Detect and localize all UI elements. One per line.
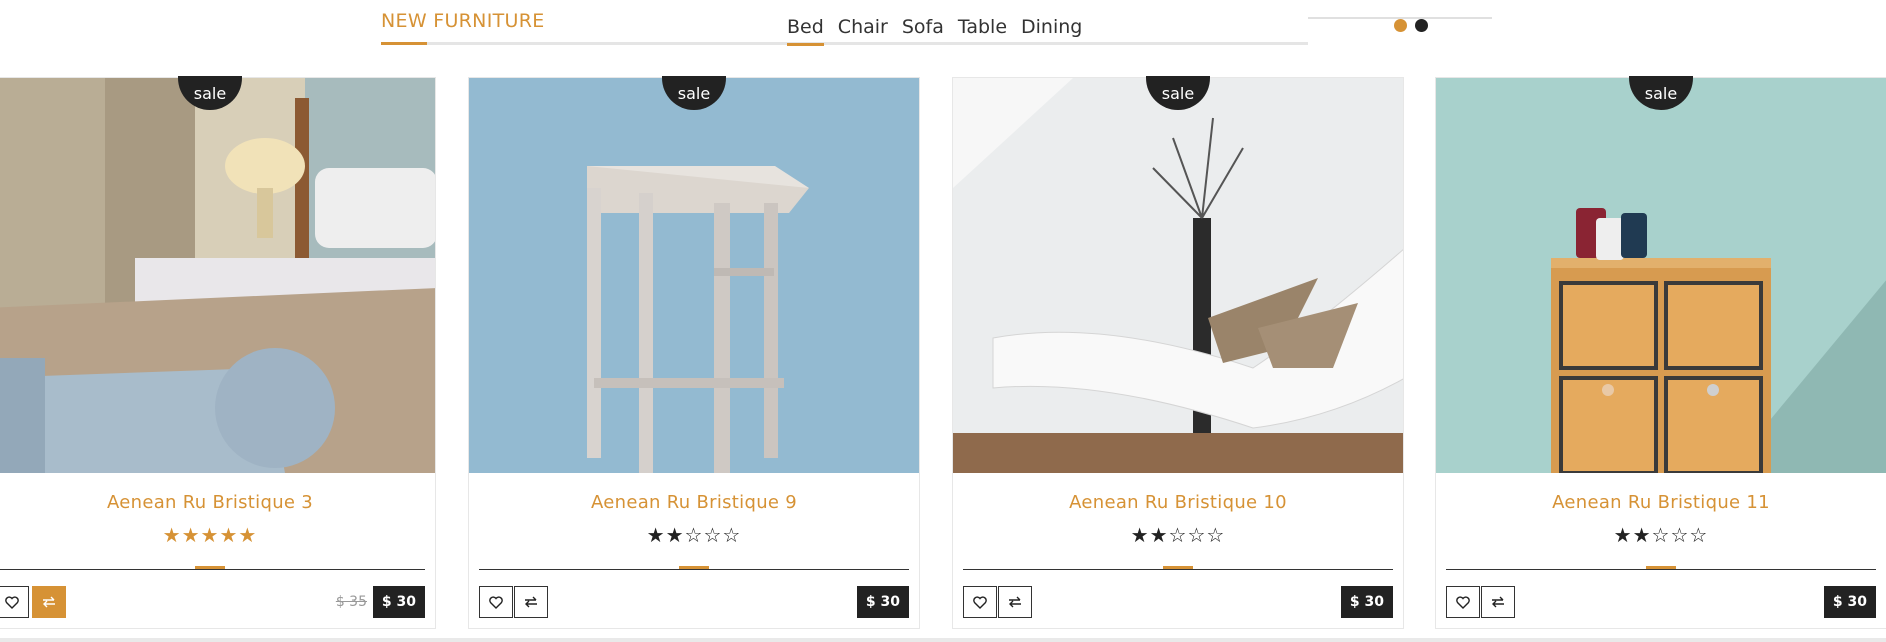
heart-icon <box>5 595 19 609</box>
card-divider <box>963 569 1393 570</box>
section-title: NEW FURNITURE <box>381 10 545 32</box>
wishlist-button[interactable] <box>479 586 513 618</box>
price-button[interactable]: $ 30 <box>372 586 425 618</box>
header-underline-accent <box>381 42 427 45</box>
product-title[interactable]: Aenean Ru Bristique 9 <box>469 492 919 513</box>
rating-stars: ★★☆☆☆ <box>469 523 919 547</box>
star-icon: ★ <box>1613 523 1633 547</box>
tab-bed[interactable]: Bed <box>787 16 824 46</box>
star-outline-icon: ☆ <box>1670 523 1690 547</box>
product-card: sale Aenean Ru Bristique 3 ★★★★★ $ 35 $ … <box>0 76 436 629</box>
star-outline-icon: ☆ <box>1206 523 1226 547</box>
product-card: sale Aenean Ru Bristique 10 ★★☆☆☆ $ 30 <box>952 76 1404 629</box>
card-divider <box>0 569 425 570</box>
star-outline-icon: ☆ <box>1689 523 1709 547</box>
category-tabs: Bed Chair Sofa Table Dining <box>787 16 1096 46</box>
heart-icon <box>1456 595 1470 609</box>
compare-icon <box>1492 596 1504 608</box>
compare-icon <box>1009 596 1021 608</box>
product-title[interactable]: Aenean Ru Bristique 10 <box>953 492 1403 513</box>
rating-stars: ★★☆☆☆ <box>953 523 1403 547</box>
compare-icon <box>525 596 537 608</box>
price-button[interactable]: $ 30 <box>1340 586 1393 618</box>
star-icon: ★ <box>1130 523 1150 547</box>
star-icon: ★ <box>200 523 220 547</box>
star-icon: ★ <box>162 523 182 547</box>
wishlist-button[interactable] <box>1446 586 1480 618</box>
card-divider-accent <box>1163 566 1193 569</box>
star-icon: ★ <box>646 523 666 547</box>
tab-dining[interactable]: Dining <box>1021 16 1082 44</box>
compare-button[interactable] <box>1481 586 1515 618</box>
rating-stars: ★★☆☆☆ <box>1436 523 1886 547</box>
star-icon: ★ <box>181 523 201 547</box>
star-icon: ★ <box>219 523 239 547</box>
card-divider <box>1446 569 1876 570</box>
tab-chair[interactable]: Chair <box>838 16 888 44</box>
lounge-chair-image[interactable] <box>953 78 1403 473</box>
wishlist-button[interactable] <box>963 586 997 618</box>
tab-sofa[interactable]: Sofa <box>902 16 944 44</box>
compare-icon <box>43 596 55 608</box>
price-button[interactable]: $ 30 <box>1823 586 1876 618</box>
star-outline-icon: ☆ <box>722 523 742 547</box>
card-divider-accent <box>1646 566 1676 569</box>
horizontal-scrollbar[interactable] <box>0 638 1886 642</box>
compare-button[interactable] <box>998 586 1032 618</box>
card-divider-accent <box>195 566 225 569</box>
card-divider <box>479 569 909 570</box>
product-card: sale Aenean Ru Bristique 9 ★★☆☆☆ $ 30 <box>468 76 920 629</box>
old-price: $ 35 <box>335 594 367 610</box>
rating-stars: ★★★★★ <box>0 523 435 547</box>
tab-table[interactable]: Table <box>958 16 1007 44</box>
bedroom-image[interactable] <box>0 78 435 473</box>
product-title[interactable]: Aenean Ru Bristique 11 <box>1436 492 1886 513</box>
star-icon: ★ <box>1632 523 1652 547</box>
card-divider-accent <box>679 566 709 569</box>
heart-icon <box>973 595 987 609</box>
product-title[interactable]: Aenean Ru Bristique 3 <box>0 492 435 513</box>
star-icon: ★ <box>665 523 685 547</box>
heart-icon <box>489 595 503 609</box>
price-button[interactable]: $ 30 <box>856 586 909 618</box>
pager-dot-1[interactable] <box>1394 19 1407 32</box>
star-outline-icon: ☆ <box>703 523 723 547</box>
compare-button[interactable] <box>514 586 548 618</box>
compare-button[interactable] <box>32 586 66 618</box>
drawer-cabinet-image[interactable] <box>1436 78 1886 473</box>
wishlist-button[interactable] <box>0 586 29 618</box>
star-outline-icon: ☆ <box>1651 523 1671 547</box>
star-icon: ★ <box>1149 523 1169 547</box>
stool-image[interactable] <box>469 78 919 473</box>
star-outline-icon: ☆ <box>1187 523 1207 547</box>
product-card: sale Aenean Ru Bristique 11 ★★☆☆☆ $ 30 <box>1435 76 1886 629</box>
star-outline-icon: ☆ <box>1168 523 1188 547</box>
star-icon: ★ <box>238 523 258 547</box>
star-outline-icon: ☆ <box>684 523 704 547</box>
pager-dot-2[interactable] <box>1415 19 1428 32</box>
